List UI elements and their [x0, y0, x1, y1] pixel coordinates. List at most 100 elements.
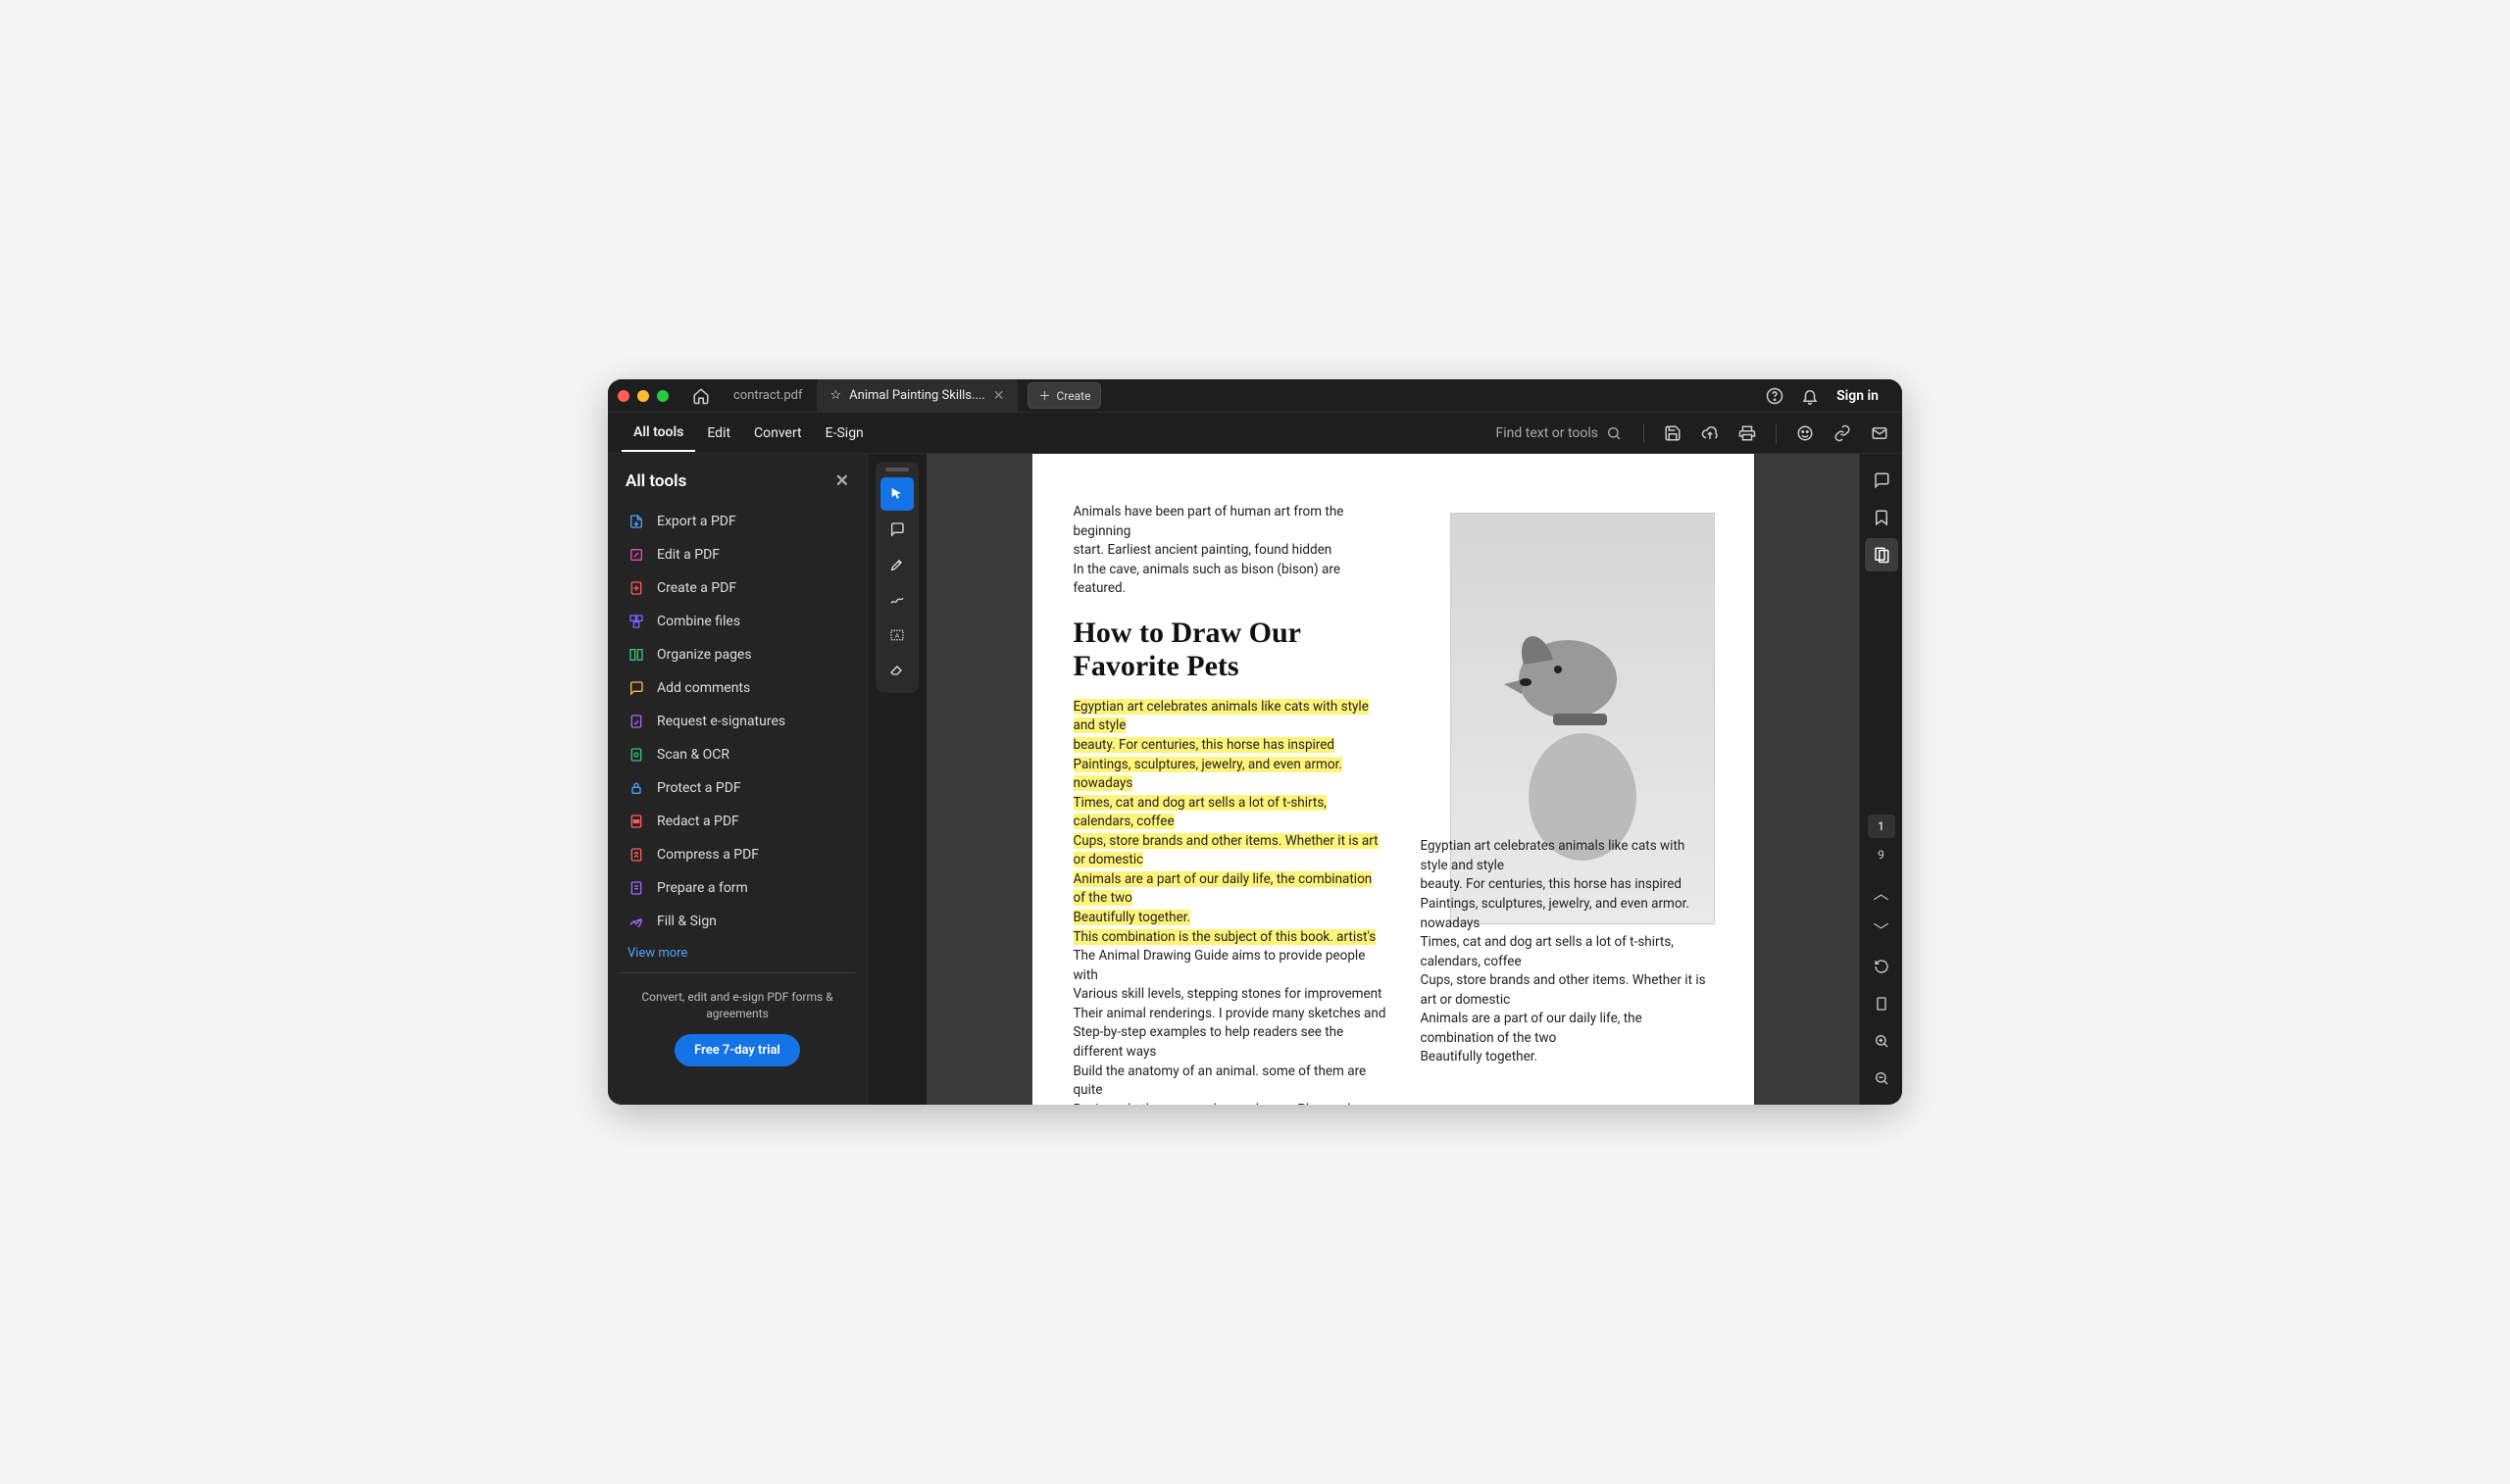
sidebar-item[interactable]: Fill & Sign [620, 905, 855, 938]
right-rail: 1 9 ︿ ﹀ [1859, 454, 1902, 1105]
rotate-icon[interactable] [1865, 950, 1898, 983]
tool-icon [628, 880, 645, 896]
home-button[interactable] [692, 387, 710, 405]
search-placeholder: Find text or tools [1496, 425, 1599, 441]
signin-button[interactable]: Sign in [1836, 388, 1879, 404]
titlebar: contract.pdf ☆ Animal Painting Skills...… [608, 379, 1902, 413]
sidebar-item[interactable]: Redact a PDF [620, 805, 855, 838]
upload-cloud-icon[interactable] [1701, 424, 1719, 442]
sidebar-item-label: Compress a PDF [657, 847, 759, 863]
thumbnails-panel-icon[interactable] [1865, 538, 1898, 571]
tool-icon [628, 747, 645, 763]
search-box[interactable]: Find text or tools [1496, 425, 1623, 441]
sidebar-item-label: Combine files [657, 614, 740, 629]
free-trial-button[interactable]: Free 7-day trial [675, 1034, 800, 1066]
sidebar-item[interactable]: Compress a PDF [620, 838, 855, 871]
plus-icon: ＋ [1038, 387, 1050, 404]
sidebar-item[interactable]: Edit a PDF [620, 538, 855, 571]
zoom-out-icon[interactable] [1865, 1062, 1898, 1095]
create-label: Create [1056, 389, 1090, 403]
bookmarks-panel-icon[interactable] [1865, 501, 1898, 534]
text-box-tool[interactable]: A [880, 618, 914, 652]
sidebar-item[interactable]: Combine files [620, 605, 855, 638]
window-controls [618, 390, 669, 402]
sidebar-item[interactable]: Protect a PDF [620, 771, 855, 805]
document-viewport[interactable]: Animals have been part of human art from… [927, 454, 1859, 1105]
draw-tool[interactable] [880, 583, 914, 617]
ai-assist-icon[interactable] [1796, 424, 1814, 442]
close-window-button[interactable] [618, 390, 629, 402]
comment-tool[interactable] [880, 513, 914, 546]
tab-animal-painting[interactable]: ☆ Animal Painting Skills.... ✕ [817, 379, 1019, 413]
select-tool[interactable] [880, 477, 914, 511]
menubar: All tools Edit Convert E-Sign Find text … [608, 413, 1902, 454]
tool-icon [628, 814, 645, 829]
sidebar-item-label: Create a PDF [657, 580, 736, 596]
drag-handle[interactable] [885, 468, 909, 471]
menu-edit[interactable]: Edit [695, 416, 742, 451]
intro-paragraph: Animals have been part of human art from… [1074, 503, 1348, 599]
tool-icon [628, 614, 645, 629]
sidebar-item[interactable]: Organize pages [620, 638, 855, 671]
app-window: contract.pdf ☆ Animal Painting Skills...… [608, 379, 1902, 1105]
help-icon[interactable] [1766, 387, 1783, 405]
view-more-link[interactable]: View more [620, 938, 855, 968]
highlight-tool[interactable] [880, 548, 914, 581]
zoom-in-icon[interactable] [1865, 1024, 1898, 1058]
promo-text: Convert, edit and e-sign PDF forms & agr… [620, 983, 855, 1034]
sidebar-item-label: Add comments [657, 680, 750, 696]
sidebar-item-label: Prepare a form [657, 880, 748, 896]
mail-icon[interactable] [1871, 424, 1888, 442]
close-sidebar-icon[interactable]: ✕ [835, 471, 849, 491]
tab-contract[interactable]: contract.pdf [720, 379, 817, 413]
sidebar-item-label: Export a PDF [657, 514, 736, 529]
comments-panel-icon[interactable] [1865, 464, 1898, 497]
search-icon [1606, 425, 1622, 441]
menu-all-tools[interactable]: All tools [622, 415, 695, 452]
tool-icon [628, 680, 645, 696]
tab-label: Animal Painting Skills.... [849, 388, 985, 403]
create-button[interactable]: ＋ Create [1028, 382, 1101, 409]
tool-icon [628, 547, 645, 563]
tool-icon [628, 514, 645, 529]
save-icon[interactable] [1664, 424, 1682, 442]
body-paragraph: Egyptian art celebrates animals like cat… [1074, 698, 1387, 1105]
quick-tools: A [876, 462, 919, 693]
sidebar: All tools ✕ Export a PDF Edit a PDF Create… [608, 454, 868, 1105]
total-pages: 9 [1878, 848, 1884, 862]
sidebar-item-label: Fill & Sign [657, 914, 717, 929]
close-tab-icon[interactable]: ✕ [993, 388, 1005, 404]
bell-icon[interactable] [1801, 387, 1819, 405]
tool-icon [628, 647, 645, 663]
page-up-icon[interactable]: ︿ [1865, 875, 1898, 909]
maximize-window-button[interactable] [657, 390, 669, 402]
page-heading: How to Draw Our Favorite Pets [1074, 617, 1329, 684]
minimize-window-button[interactable] [637, 390, 649, 402]
sidebar-item-label: Organize pages [657, 647, 752, 663]
tool-icon [628, 580, 645, 596]
divider [620, 972, 855, 973]
menu-convert[interactable]: Convert [742, 416, 814, 451]
sidebar-item[interactable]: Add comments [620, 671, 855, 705]
divider [1643, 423, 1644, 443]
sidebar-item-label: Request e-signatures [657, 714, 785, 729]
tool-icon [628, 914, 645, 929]
svg-text:A: A [895, 632, 900, 640]
sidebar-title: All tools [626, 471, 686, 491]
current-page-badge[interactable]: 1 [1868, 815, 1895, 838]
page-display-icon[interactable] [1865, 987, 1898, 1020]
eraser-tool[interactable] [880, 654, 914, 687]
sidebar-item[interactable]: Request e-signatures [620, 705, 855, 738]
sidebar-item-label: Edit a PDF [657, 547, 720, 563]
menu-esign[interactable]: E-Sign [814, 416, 876, 451]
sidebar-item[interactable]: Create a PDF [620, 571, 855, 605]
page-down-icon[interactable]: ﹀ [1865, 913, 1898, 946]
sidebar-item[interactable]: Export a PDF [620, 505, 855, 538]
print-icon[interactable] [1738, 424, 1756, 442]
sidebar-item[interactable]: Prepare a form [620, 871, 855, 905]
sidebar-item-label: Scan & OCR [657, 747, 729, 763]
star-icon: ☆ [830, 388, 842, 403]
tool-icon [628, 780, 645, 796]
link-icon[interactable] [1833, 424, 1851, 442]
sidebar-item[interactable]: Scan & OCR [620, 738, 855, 771]
